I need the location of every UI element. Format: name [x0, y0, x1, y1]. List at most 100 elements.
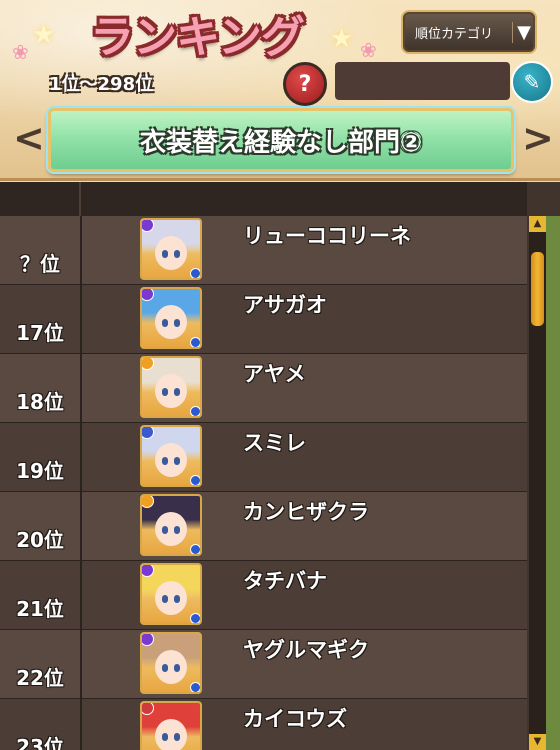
rarity-gem-icon [142, 427, 154, 439]
rank-label: 17位 [16, 320, 64, 345]
character-avatar[interactable] [140, 632, 202, 694]
avatar-eye [174, 664, 180, 672]
avatar-face [155, 305, 187, 339]
ranking-row[interactable]: 23位 カイコウズ [0, 699, 527, 750]
character-name: ヤグルマギク [243, 638, 369, 662]
character-avatar[interactable] [140, 287, 202, 349]
avatar-eye [162, 595, 168, 603]
character-avatar[interactable] [140, 356, 202, 418]
ranking-row[interactable]: 17位 アサガオ [0, 285, 527, 355]
category-title: 衣装替え経験なし部門② [139, 127, 422, 158]
avatar-face [155, 650, 187, 684]
avatar-face [155, 374, 187, 408]
attribute-gem-icon [190, 682, 200, 692]
avatar-eye [162, 388, 168, 396]
ranking-row[interactable]: 18位 アヤメ [0, 354, 527, 424]
character-name: カイコウズ [243, 707, 348, 731]
ranking-row[interactable]: 19位 スミレ [0, 423, 527, 493]
prev-category-button[interactable]: < [13, 118, 45, 158]
ranking-list-header [0, 182, 527, 217]
character-avatar[interactable] [140, 701, 202, 750]
avatar-eye [162, 664, 168, 672]
ribbon-icon: ❀ [12, 40, 29, 64]
rank-label: 18位 [16, 389, 64, 414]
character-name: タチバナ [243, 569, 327, 593]
avatar-face [155, 236, 187, 270]
sparkle-star-icon: ★ [32, 20, 56, 50]
rank-cell: 18位 [0, 354, 82, 422]
scrollbar[interactable]: ▲ ▼ [529, 216, 546, 750]
page-title: ランキング [90, 12, 305, 63]
avatar-eye [174, 733, 180, 741]
rank-cell: 22位 [0, 630, 82, 698]
category-banner: 衣装替え経験なし部門② [48, 108, 514, 172]
attribute-gem-icon [190, 406, 200, 416]
character-name: アサガオ [243, 293, 327, 317]
rank-cell: 17位 [0, 285, 82, 353]
ranking-header: ★ ★ ❀ ❀ ランキング 順位カテゴリ ▼ 1位～298位 ? ✎ < 衣装替… [0, 0, 560, 181]
avatar-face [155, 719, 187, 750]
dropdown-caret-icon: ▼ [512, 21, 535, 43]
edit-pencil-icon[interactable]: ✎ [511, 61, 553, 103]
rarity-gem-icon [142, 634, 154, 646]
avatar-eye [162, 526, 168, 534]
scroll-thumb[interactable] [531, 252, 544, 326]
avatar-eye [162, 733, 168, 741]
rarity-gem-icon [142, 358, 154, 370]
avatar-eye [174, 319, 180, 327]
avatar-eye [174, 388, 180, 396]
character-avatar[interactable] [140, 218, 202, 280]
character-avatar[interactable] [140, 563, 202, 625]
avatar-face [155, 512, 187, 546]
character-avatar[interactable] [140, 494, 202, 556]
rank-label: ？位 [20, 251, 60, 276]
rank-label: 20位 [16, 527, 64, 552]
help-button[interactable]: ? [283, 62, 327, 106]
attribute-gem-icon [190, 268, 200, 278]
side-rail [546, 216, 560, 750]
avatar-eye [162, 457, 168, 465]
rank-label: 22位 [16, 665, 64, 690]
player-name-field[interactable] [335, 62, 510, 100]
character-avatar[interactable] [140, 425, 202, 487]
ranking-row[interactable]: 20位 カンヒザクラ [0, 492, 527, 562]
rarity-gem-icon [142, 220, 154, 232]
sparkle-star-icon: ★ [330, 24, 354, 54]
avatar-eye [174, 457, 180, 465]
scroll-down-icon[interactable]: ▼ [529, 734, 546, 750]
rank-cell: 19位 [0, 423, 82, 491]
avatar-eye [162, 250, 168, 258]
rank-label: 21位 [16, 596, 64, 621]
character-name: カンヒザクラ [243, 500, 369, 524]
scroll-up-icon[interactable]: ▲ [529, 216, 546, 232]
rank-cell: ？位 [0, 216, 82, 284]
character-name: アヤメ [243, 362, 306, 386]
ranking-row[interactable]: 22位 ヤグルマギク [0, 630, 527, 700]
column-divider [79, 182, 81, 216]
ranking-row[interactable]: 21位 タチバナ [0, 561, 527, 631]
avatar-eye [174, 250, 180, 258]
attribute-gem-icon [190, 613, 200, 623]
avatar-eye [162, 319, 168, 327]
rank-cell: 21位 [0, 561, 82, 629]
ranking-row[interactable]: ？位 リューココリーネ [0, 216, 527, 286]
rank-category-label: 順位カテゴリ [415, 26, 494, 42]
rank-label: 23位 [16, 734, 64, 750]
avatar-face [155, 443, 187, 477]
avatar-face [155, 581, 187, 615]
next-category-button[interactable]: > [522, 118, 554, 158]
rarity-gem-icon [142, 496, 154, 508]
ribbon-icon: ❀ [360, 38, 377, 62]
attribute-gem-icon [190, 475, 200, 485]
rarity-gem-icon [142, 565, 154, 577]
attribute-gem-icon [190, 544, 200, 554]
ranking-list: ？位 リューココリーネ 17位 アサガオ 18位 アヤメ 19位 スミレ 20位 カンヒザクラ 21… [0, 182, 560, 750]
rank-cell: 23位 [0, 699, 82, 750]
rarity-gem-icon [142, 289, 154, 301]
character-name: スミレ [243, 431, 306, 455]
rank-category-dropdown[interactable]: 順位カテゴリ ▼ [401, 10, 537, 54]
avatar-eye [174, 595, 180, 603]
rank-range-text: 1位～298位 [49, 74, 154, 95]
attribute-gem-icon [190, 337, 200, 347]
rank-cell: 20位 [0, 492, 82, 560]
